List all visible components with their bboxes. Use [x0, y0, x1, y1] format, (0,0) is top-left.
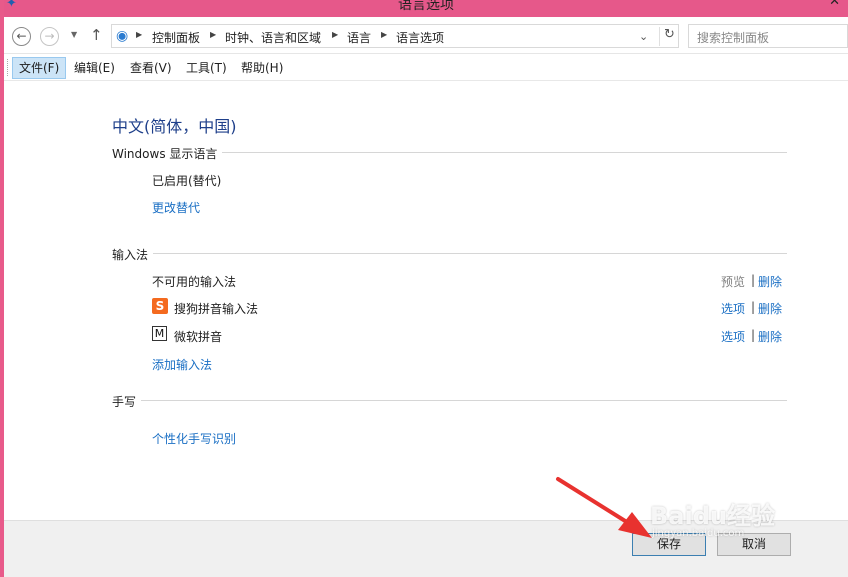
baidu-watermark: Baidu经验 — [650, 502, 775, 530]
action-separator: | — [751, 273, 756, 287]
menu-edit[interactable]: 编辑(E) — [68, 57, 121, 79]
menu-tools[interactable]: 工具(T) — [180, 57, 233, 79]
input-method-name: 微软拼音 — [174, 330, 223, 344]
control-panel-icon: ◉ — [116, 28, 129, 44]
menu-grip — [7, 59, 9, 76]
action-separator: | — [751, 328, 756, 342]
menu-help[interactable]: 帮助(H) — [235, 57, 289, 79]
breadcrumb-separator-icon[interactable]: ▶ — [332, 30, 338, 39]
page-title: 中文(简体，中国) — [112, 117, 237, 136]
recent-locations-chevron-icon[interactable]: ▼ — [71, 30, 77, 39]
sogou-icon: S — [152, 298, 168, 314]
breadcrumb-item[interactable]: 时钟、语言和区域 — [225, 29, 321, 46]
remove-link[interactable]: 删除 — [758, 328, 782, 345]
back-button[interactable]: ← — [12, 27, 31, 46]
remove-link[interactable]: 删除 — [758, 300, 782, 317]
search-placeholder: 搜索控制面板 — [697, 31, 770, 45]
menu-view[interactable]: 查看(V) — [124, 57, 178, 79]
breadcrumb-item[interactable]: 语言 — [347, 29, 371, 46]
input-method-name: 不可用的输入法 — [152, 275, 237, 289]
menu-bar: 文件(F) 编辑(E) 查看(V) 工具(T) 帮助(H) — [4, 54, 848, 81]
preview-link: 预览 — [721, 275, 746, 289]
handwriting-heading: 手写 — [112, 395, 137, 409]
section-divider — [222, 152, 787, 153]
section-divider — [153, 253, 787, 254]
baidu-watermark-url: jingyan.baidu.com — [652, 528, 745, 539]
breadcrumb[interactable]: ◉ ▶ 控制面板 ▶ 时钟、语言和区域 ▶ 语言 ▶ 语言选项 ⌄ ↻ — [111, 24, 679, 48]
breadcrumb-item[interactable]: 语言选项 — [396, 29, 444, 46]
menu-file[interactable]: 文件(F) — [12, 57, 67, 79]
options-link[interactable]: 选项 — [721, 300, 745, 317]
breadcrumb-separator-icon[interactable]: ▶ — [136, 30, 142, 39]
breadcrumb-separator-icon[interactable]: ▶ — [381, 30, 387, 39]
display-language-status: 已启用(替代) — [152, 174, 222, 188]
address-dropdown-chevron-icon[interactable]: ⌄ — [639, 30, 648, 43]
refresh-icon[interactable]: ↻ — [659, 27, 679, 46]
close-icon[interactable]: ✕ — [829, 0, 840, 9]
title-bar[interactable]: ✦ 语言选项 ✕ — [4, 0, 848, 17]
search-input[interactable]: 搜索控制面板 — [688, 24, 848, 48]
input-method-heading: 输入法 — [112, 248, 149, 262]
forward-button[interactable]: → — [40, 27, 59, 46]
address-bar: ← → ▼ ↑ ◉ ▶ 控制面板 ▶ 时钟、语言和区域 ▶ 语言 ▶ 语言选项 … — [4, 17, 848, 54]
breadcrumb-item[interactable]: 控制面板 — [152, 29, 200, 46]
input-method-name: 搜狗拼音输入法 — [174, 302, 259, 316]
microsoft-pinyin-icon: M — [152, 326, 167, 341]
display-language-heading: Windows 显示语言 — [112, 147, 218, 161]
add-input-method-link[interactable]: 添加输入法 — [152, 356, 212, 373]
forward-arrow-icon: → — [44, 29, 55, 43]
remove-link[interactable]: 删除 — [758, 273, 782, 290]
section-divider — [141, 400, 787, 401]
up-arrow-icon[interactable]: ↑ — [90, 26, 103, 44]
options-link[interactable]: 选项 — [721, 328, 745, 345]
action-separator: | — [751, 300, 756, 314]
language-options-window: ✦ 语言选项 ✕ ← → ▼ ↑ ◉ ▶ 控制面板 ▶ 时钟、语言和区域 ▶ 语… — [4, 0, 848, 577]
change-override-link[interactable]: 更改替代 — [152, 199, 200, 216]
window-title: 语言选项 — [398, 0, 454, 13]
back-arrow-icon: ← — [16, 29, 27, 43]
breadcrumb-separator-icon[interactable]: ▶ — [210, 30, 216, 39]
language-options-panel: 中文(简体，中国) Windows 显示语言 已启用(替代) 更改替代 输入法 … — [4, 82, 848, 520]
personalize-handwriting-link[interactable]: 个性化手写识别 — [152, 430, 236, 447]
